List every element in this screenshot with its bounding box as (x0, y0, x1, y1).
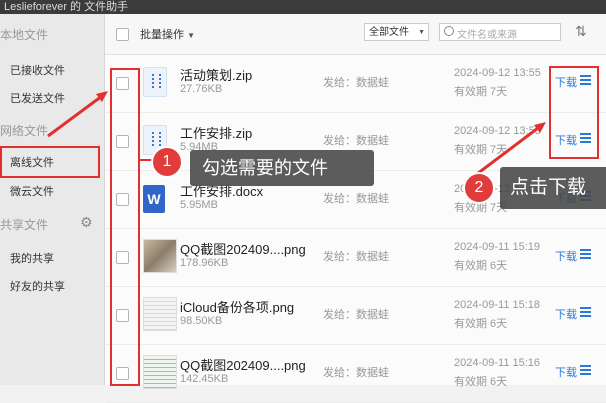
step1-text: 勾选需要的文件 (202, 158, 328, 178)
step2-callout: 点击下载 (500, 167, 606, 209)
step2-badge: 2 (463, 172, 495, 204)
arrow-line (47, 94, 103, 138)
step1-callout: 勾选需要的文件 (190, 150, 374, 186)
step2-text: 点击下载 (510, 177, 587, 198)
step1-badge: 1 (151, 146, 183, 178)
